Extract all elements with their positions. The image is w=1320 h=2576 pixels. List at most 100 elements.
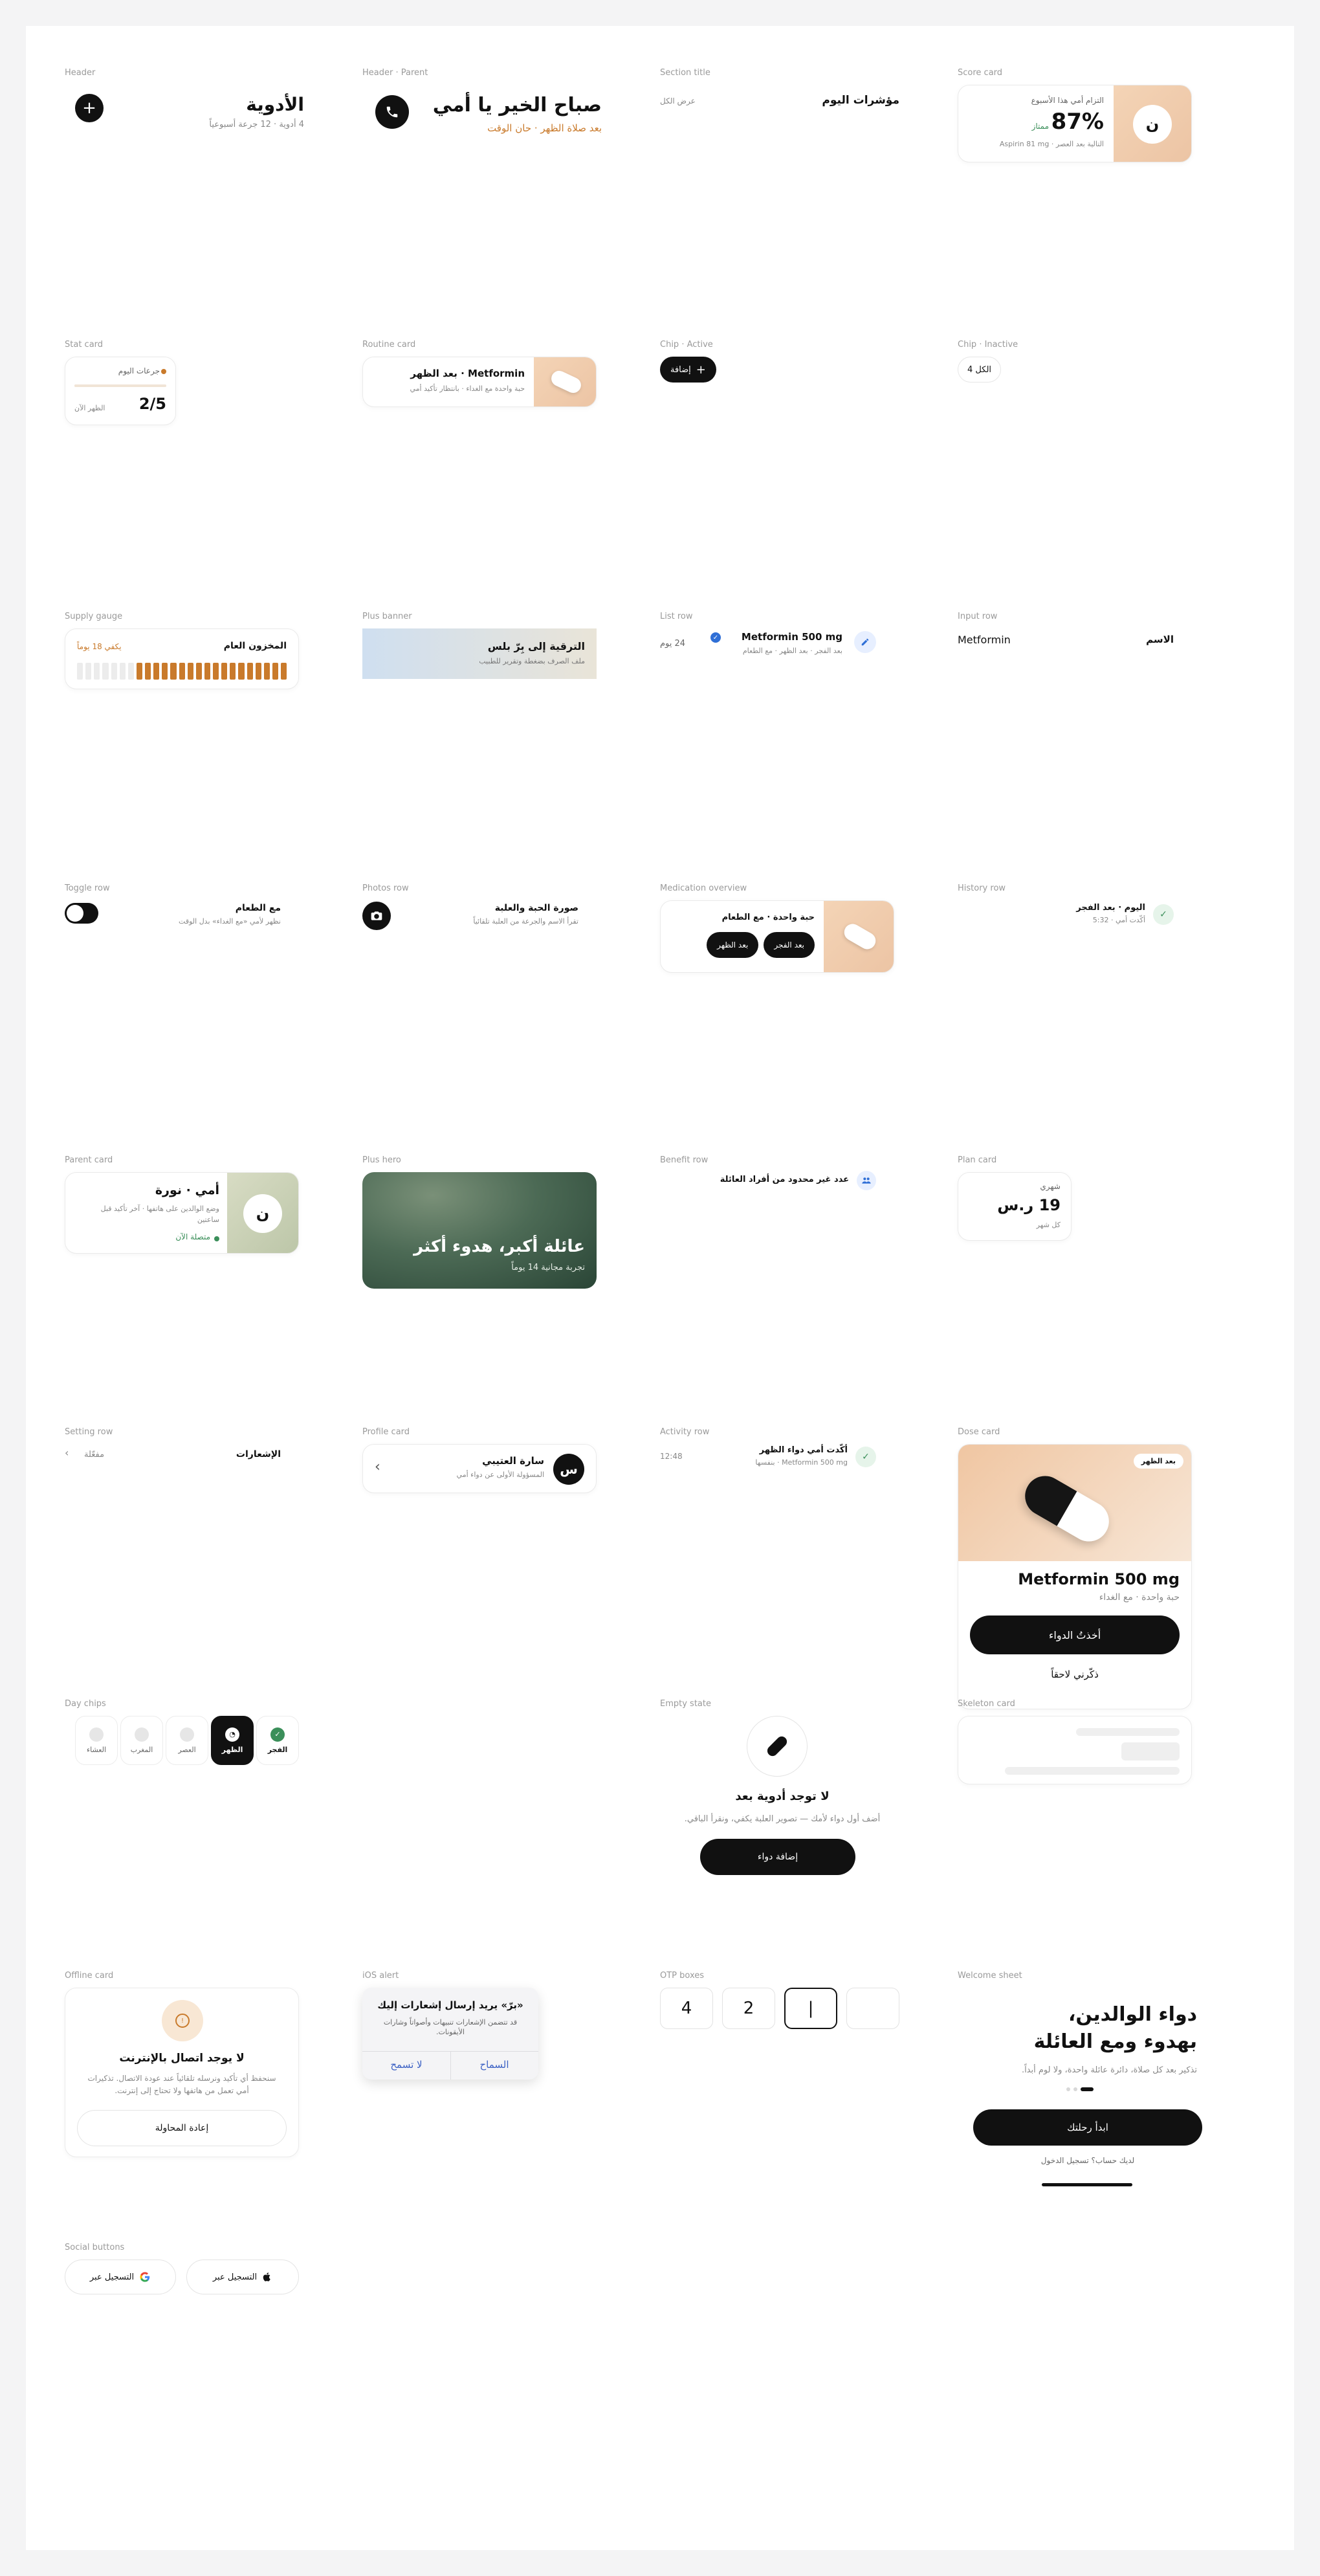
component-label: Setting row	[65, 1427, 113, 1437]
dose-sub: حبة واحدة · مع الغداء	[1099, 1592, 1180, 1603]
gauge-segment	[247, 663, 253, 680]
otp-box-active[interactable]: |	[784, 1988, 837, 2029]
chip-inactive-component: Chip · Inactive الكل 4	[958, 340, 1197, 534]
offline-card: ! لا يوجد اتصال بالإنترنت سنحفظ أي تأكيد…	[65, 1988, 299, 2157]
gauge-segment	[221, 663, 228, 680]
day-chip-done[interactable]: ✓ الفجر	[256, 1716, 299, 1765]
google-signup-button[interactable]: التسجيل عبر	[65, 2260, 176, 2294]
take-dose-button[interactable]: أخذتُ الدواء	[970, 1616, 1180, 1654]
camera-button[interactable]	[362, 902, 391, 930]
see-all-link[interactable]: عرض الكل	[660, 96, 696, 105]
stat-progress-track	[74, 384, 166, 387]
pill-icon	[549, 368, 584, 396]
routine-card[interactable]: Metformin · بعد الظهر حبة واحدة مع الغدا…	[362, 357, 597, 407]
benefit-row-component: Benefit row عدد غير محدود من أفراد العائ…	[660, 1155, 899, 1349]
day-chip-pending[interactable]: المغرب	[120, 1716, 163, 1765]
plan-card-component: Plan card شهري 19 ر.س كل شهر	[958, 1155, 1197, 1349]
check-icon: ✓	[1153, 904, 1174, 925]
dose-badge: بعد الظهر	[1133, 1454, 1183, 1469]
otp-box[interactable]: 4	[660, 1988, 713, 2029]
parent-card[interactable]: ن أمي · نورة وضع الوالدين على هاتفها · آ…	[65, 1172, 299, 1254]
plan-card[interactable]: شهري 19 ر.س كل شهر	[958, 1172, 1072, 1241]
add-button[interactable]: +	[75, 94, 104, 122]
add-medication-button[interactable]: إضافة دواء	[700, 1839, 855, 1875]
social-label: التسجيل عبر	[212, 2272, 258, 2282]
list-row-component: List row ✓ Metformin 500 mg بعد الفجر · …	[660, 612, 899, 806]
apple-signup-button[interactable]: التسجيل عبر	[186, 2260, 299, 2294]
chevron-left-icon[interactable]: ‹	[375, 1459, 380, 1475]
routine-card-media	[534, 357, 596, 406]
parent-card-component: Parent card ن أمي · نورة وضع الوالدين عل…	[65, 1155, 304, 1349]
plus-hero-title: عائلة أكبر، هدوء أكثر	[413, 1237, 585, 1256]
plus-banner[interactable]: الترقية إلى بِرّ بلس ملف الصرف بضغطة وتق…	[362, 628, 597, 679]
history-row-component: History row ✓ اليوم · بعد الفجر أكّدت أم…	[958, 883, 1197, 1078]
profile-name: سارة العتيبي	[482, 1455, 544, 1467]
chip-inactive[interactable]: الكل 4	[958, 357, 1002, 383]
phone-icon	[386, 106, 398, 118]
deny-button[interactable]: لا تسمح	[362, 2059, 450, 2071]
day-chip-label: الفجر	[267, 1745, 288, 1754]
login-link[interactable]: لديك حساب؟ تسجيل الدخول	[973, 2156, 1202, 2165]
history-sub: أكّدت أمي · 5:32	[1092, 916, 1145, 924]
routine-card-component: Routine card Metformin · بعد الظهر حبة و…	[362, 340, 602, 534]
offline-sub: سنحفظ أي تأكيد ونرسله تلقائياً عند عودة …	[87, 2074, 276, 2096]
get-started-button[interactable]: ابدأ رحلتك	[973, 2109, 1202, 2146]
component-label: OTP boxes	[660, 1971, 705, 1981]
benefit-text: عدد غير محدود من أفراد العائلة	[720, 1175, 849, 1184]
routine-sub: حبة واحدة مع الغداء · بانتظار تأكيد أمي	[410, 384, 525, 393]
stat-card[interactable]: جرعات اليوم 2/5 الظهر الآن	[65, 357, 176, 425]
retry-button[interactable]: إعادة المحاولة	[77, 2110, 287, 2146]
plus-icon: +	[696, 362, 706, 377]
component-label: iOS alert	[362, 1971, 399, 1981]
score-card-media: ن	[1114, 85, 1191, 162]
family-icon	[857, 1171, 876, 1190]
welcome-title-line2: بهدوء ومع العائلة	[1033, 2030, 1197, 2053]
history-title: اليوم · بعد الفجر	[1076, 903, 1145, 913]
name-input[interactable]: Metformin	[958, 634, 1011, 646]
score-caption: التزام أمي هذا الأسبوع	[1031, 96, 1104, 105]
gauge-segment	[170, 663, 177, 680]
skeleton-block	[1121, 1742, 1180, 1760]
apple-icon	[263, 2272, 270, 2282]
medication-title: حبة واحدة · مع الطعام	[721, 913, 815, 922]
skeleton-line	[1076, 1728, 1180, 1736]
profile-card[interactable]: س سارة العتيبي المسؤولة الأولى عن دواء أ…	[362, 1444, 597, 1493]
ios-alert: «برّ» يريد إرسال إشعارات إليك قد تتضمن ا…	[362, 1988, 538, 2080]
supply-title: المخزون العام	[223, 641, 287, 651]
pending-dot-icon	[180, 1727, 194, 1742]
setting-title: الإشعارات	[236, 1449, 281, 1460]
empty-illustration	[747, 1716, 808, 1777]
time-chip[interactable]: بعد الفجر	[764, 932, 815, 958]
gauge-segment	[281, 663, 287, 680]
supply-note: يكفي 18 يوماً	[77, 642, 122, 651]
day-chip-active[interactable]: ◔ الظهر	[211, 1716, 254, 1765]
score-card[interactable]: ن التزام أمي هذا الأسبوع 87% ممتاز التال…	[958, 85, 1192, 162]
medication-overview-card[interactable]: حبة واحدة · مع الطعام بعد الفجر بعد الظه…	[660, 900, 894, 973]
otp-box[interactable]: 2	[722, 1988, 775, 2029]
chip-active[interactable]: + إضافة	[660, 357, 716, 383]
with-food-toggle[interactable]	[65, 903, 98, 924]
medication-overview-component: Medication overview حبة واحدة · مع الطعا…	[660, 883, 899, 1078]
day-chip-label: الظهر	[221, 1745, 243, 1754]
gauge-segment	[127, 663, 134, 680]
gauge-segment	[77, 663, 83, 680]
day-chip-pending[interactable]: العشاء	[75, 1716, 118, 1765]
chevron-left-icon[interactable]: ‹	[65, 1447, 69, 1459]
parent-sub: وضع الوالدين على هاتفها · آخر تأكيد قبل …	[100, 1205, 219, 1224]
otp-box[interactable]	[846, 1988, 899, 2029]
allow-button[interactable]: السماح	[450, 2059, 538, 2071]
component-label: Section title	[660, 68, 710, 78]
component-label: Score card	[958, 68, 1003, 78]
day-chip-pending[interactable]: العصر	[166, 1716, 208, 1765]
gauge-segment	[179, 663, 185, 680]
gauge-segment	[187, 663, 193, 680]
plan-note: كل شهر	[1036, 1221, 1061, 1229]
remind-later-button[interactable]: ذكّرني لاحقاً	[958, 1669, 1191, 1680]
setting-row-component: Setting row الإشعارات ‹ مفعّلة	[65, 1427, 304, 1621]
plan-price: 19 ر.س	[997, 1196, 1061, 1214]
plus-hero[interactable]: عائلة أكبر، هدوء أكثر تجربة مجانية 14 يو…	[362, 1172, 597, 1289]
time-chip[interactable]: بعد الظهر	[707, 932, 759, 958]
edit-button[interactable]	[854, 631, 876, 653]
call-button[interactable]	[375, 95, 409, 129]
gauge-segment	[94, 663, 100, 680]
